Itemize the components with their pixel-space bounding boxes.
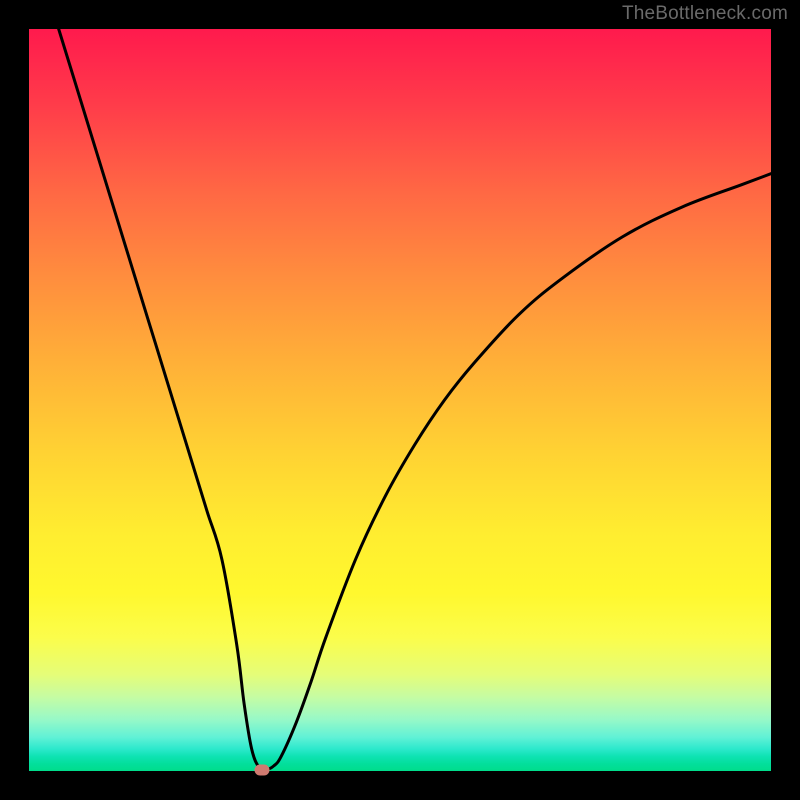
watermark-text: TheBottleneck.com	[622, 3, 788, 25]
bottleneck-curve	[29, 29, 771, 771]
chart-frame: TheBottleneck.com	[0, 0, 800, 800]
gradient-plot-area	[29, 29, 771, 771]
minimum-marker	[254, 764, 269, 775]
